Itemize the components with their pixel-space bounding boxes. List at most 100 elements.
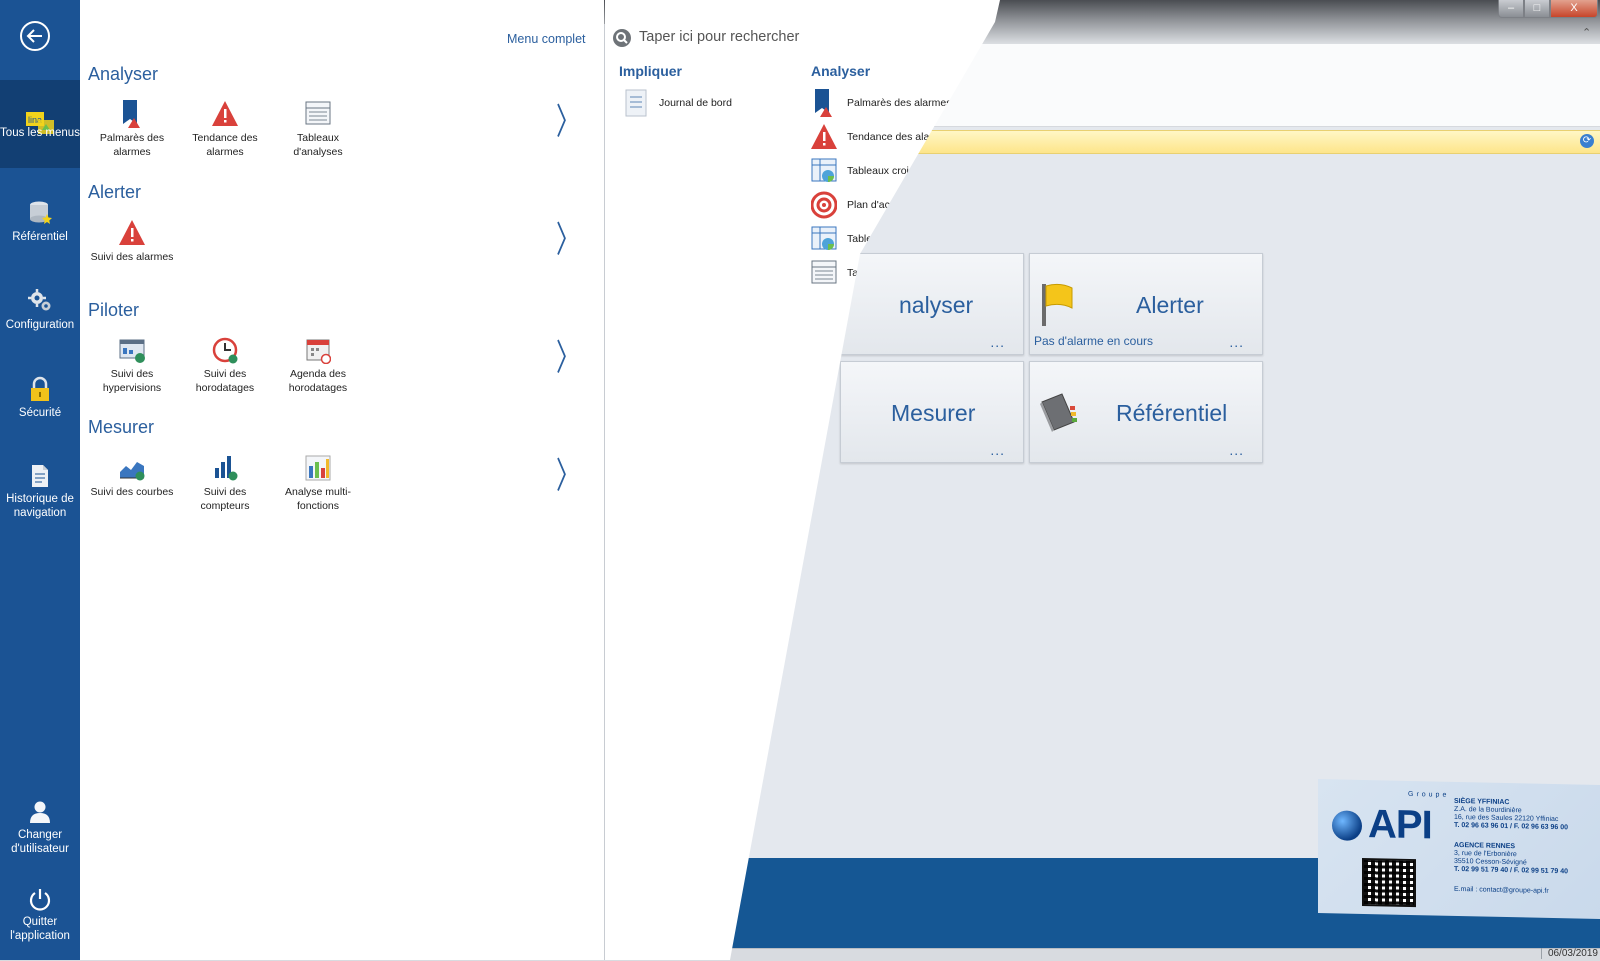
- sidebar-item-quitter[interactable]: Quitter l'application: [0, 887, 80, 943]
- sidebar-item-changer-utilisateur[interactable]: Changer d'utilisateur: [0, 800, 80, 856]
- api-agence-line: 3, rue de l'Erbonière: [1454, 849, 1517, 859]
- sidebar-item-label: Sécurité: [18, 407, 62, 419]
- menu-item-label: Suivi des alarmes: [90, 251, 174, 263]
- table-list-icon: [811, 260, 837, 284]
- target-icon: [811, 191, 837, 219]
- section-expand-alerter[interactable]: 〉: [556, 209, 580, 262]
- tile-alerter-status: Pas d'alarme en cours: [1034, 334, 1154, 348]
- minimize-button[interactable]: –: [1498, 0, 1524, 18]
- api-agence-title: AGENCE RENNES: [1454, 841, 1516, 851]
- menu-item-label: Suivi des hypervisions: [102, 368, 162, 394]
- tile-alerter[interactable]: Alerter Pas d'alarme en cours ...: [1029, 253, 1263, 355]
- journal-icon: [625, 89, 647, 117]
- sidebar-item-label: Configuration: [5, 319, 75, 331]
- menu-item-tendance-alarmes[interactable]: Tendance des alarmes: [180, 100, 270, 159]
- section-title-alerter: Alerter: [88, 182, 142, 202]
- tile-analyser-title: nalyser: [899, 292, 974, 318]
- power-icon: [29, 889, 51, 911]
- sidebar-item-historique[interactable]: Historique de navigation: [0, 464, 80, 520]
- search-result-label: Journal de bord: [659, 97, 732, 109]
- sidebar-item-label: Historique de navigation: [6, 493, 74, 519]
- api-logo: API: [1332, 801, 1432, 848]
- hypervision-icon: [119, 339, 145, 363]
- menu-item-suivi-alarmes[interactable]: Suivi des alarmes: [87, 219, 177, 264]
- search-input[interactable]: [637, 28, 981, 46]
- api-siege-line: T. 02 96 63 96 01 / F. 02 96 63 96 00: [1454, 821, 1569, 832]
- tile-mesurer[interactable]: Mesurer ...: [840, 361, 1024, 463]
- api-siege-title: SIÈGE YFFINIAC: [1454, 797, 1510, 807]
- maximize-button[interactable]: □: [1524, 0, 1550, 18]
- yellow-flag-icon: [1042, 283, 1073, 326]
- sidebar-item-securite[interactable]: Sécurité: [0, 376, 80, 420]
- multi-bar-chart-icon: [305, 455, 331, 481]
- sidebar-item-tous-les-menus[interactable]: lina Tous les menus: [0, 80, 80, 168]
- lock-icon: [31, 376, 49, 401]
- tile-alerter-more[interactable]: ...: [1229, 334, 1244, 350]
- api-agence-line: T. 02 99 51 79 40 / F. 02 99 51 79 40: [1454, 865, 1569, 876]
- sidebar: lina Tous les menus Référentiel Configur…: [0, 0, 80, 960]
- api-groupe-label: Groupe: [1408, 790, 1450, 799]
- tile-analyser-more[interactable]: ...: [990, 334, 1005, 350]
- api-company-card: Groupe API SIÈGE YFFINIAC Z.A. de la Bou…: [1318, 779, 1600, 919]
- search-icon[interactable]: [613, 29, 631, 47]
- pivot-table-icon: [811, 158, 837, 182]
- menu-item-label: Suivi des compteurs: [200, 486, 250, 512]
- calendar-icon: [306, 339, 331, 364]
- menu-item-tableaux-analyses[interactable]: Tableaux d'analyses: [273, 100, 363, 159]
- user-icon: [30, 801, 50, 823]
- sidebar-item-label: Référentiel: [12, 231, 68, 243]
- bookmark-alarm-icon: [815, 89, 832, 117]
- warning-trend-icon: [811, 124, 837, 149]
- section-expand-analyser[interactable]: 〉: [556, 91, 580, 144]
- menu-complet-link[interactable]: Menu complet: [507, 32, 586, 46]
- search-column-analyser: Analyser: [811, 63, 871, 79]
- refresh-icon[interactable]: ⟳: [1580, 134, 1594, 148]
- section-title-piloter: Piloter: [88, 300, 140, 320]
- panel-divider: [604, 24, 605, 960]
- tile-mesurer-title: Mesurer: [891, 400, 976, 426]
- tile-referentiel-title: Référentiel: [1116, 400, 1228, 426]
- tile-mesurer-more[interactable]: ...: [990, 442, 1005, 458]
- menu-item-label: Suivi des courbes: [90, 486, 174, 498]
- api-siege: SIÈGE YFFINIAC Z.A. de la Bourdinière 16…: [1454, 798, 1568, 832]
- tile-referentiel[interactable]: Référentiel ...: [1029, 361, 1263, 463]
- menu-item-palmares-alarmes[interactable]: Palmarès des alarmes: [87, 100, 177, 159]
- sidebar-item-referentiel[interactable]: Référentiel: [0, 200, 80, 244]
- bar-chart-icon: [215, 456, 238, 481]
- api-email: E.mail : contact@groupe-api.fr: [1454, 885, 1549, 895]
- menu-item-label: Analyse multi-fonctions: [285, 486, 351, 512]
- status-date: 06/03/2019: [1540, 948, 1598, 959]
- sidebar-item-label: Quitter l'application: [10, 916, 70, 942]
- menu-item-analyse-multi-fonctions[interactable]: Analyse multi-fonctions: [273, 454, 363, 513]
- sidebar-item-configuration[interactable]: Configuration: [0, 288, 80, 332]
- back-arrow-icon[interactable]: [20, 21, 50, 51]
- menu-item-suivi-hypervisions[interactable]: Suivi des hypervisions: [87, 336, 177, 395]
- history-document-icon: [32, 465, 48, 487]
- sidebar-item-label: Tous les menus: [0, 127, 80, 139]
- area-chart-icon: [120, 462, 145, 481]
- warning-icon: [119, 220, 145, 245]
- section-expand-mesurer[interactable]: 〉: [556, 445, 580, 498]
- api-agence: AGENCE RENNES 3, rue de l'Erbonière 3551…: [1454, 842, 1568, 876]
- api-logo-text: API: [1368, 802, 1432, 848]
- warning-trend-icon: [212, 101, 238, 126]
- collapse-ribbon-icon[interactable]: ⌃: [1582, 26, 1591, 39]
- section-title-analyser: Analyser: [88, 64, 159, 84]
- book-icon: [1040, 393, 1077, 432]
- pivot-table-icon: [811, 226, 837, 250]
- search-column-impliquer: Impliquer: [619, 63, 683, 79]
- menu-item-agenda-horodatages[interactable]: Agenda des horodatages: [273, 336, 363, 395]
- gears-icon: [28, 289, 51, 311]
- qr-code-icon: [1362, 857, 1416, 908]
- search-result-label: Palmarès des alarmes: [847, 97, 952, 109]
- menu-item-suivi-compteurs[interactable]: Suivi des compteurs: [180, 454, 270, 513]
- close-button[interactable]: X: [1550, 0, 1598, 18]
- menu-item-label: Palmarès des alarmes: [99, 132, 165, 158]
- tile-analyser[interactable]: nalyser ...: [840, 253, 1024, 355]
- menu-panel: Menu complet Analyser Palmarès des alarm…: [80, 0, 604, 960]
- section-expand-piloter[interactable]: 〉: [556, 327, 580, 380]
- menu-item-suivi-courbes[interactable]: Suivi des courbes: [87, 454, 177, 499]
- menu-item-suivi-horodatages[interactable]: Suivi des horodatages: [180, 336, 270, 395]
- tile-referentiel-more[interactable]: ...: [1229, 442, 1244, 458]
- menu-item-label: Tendance des alarmes: [192, 132, 258, 158]
